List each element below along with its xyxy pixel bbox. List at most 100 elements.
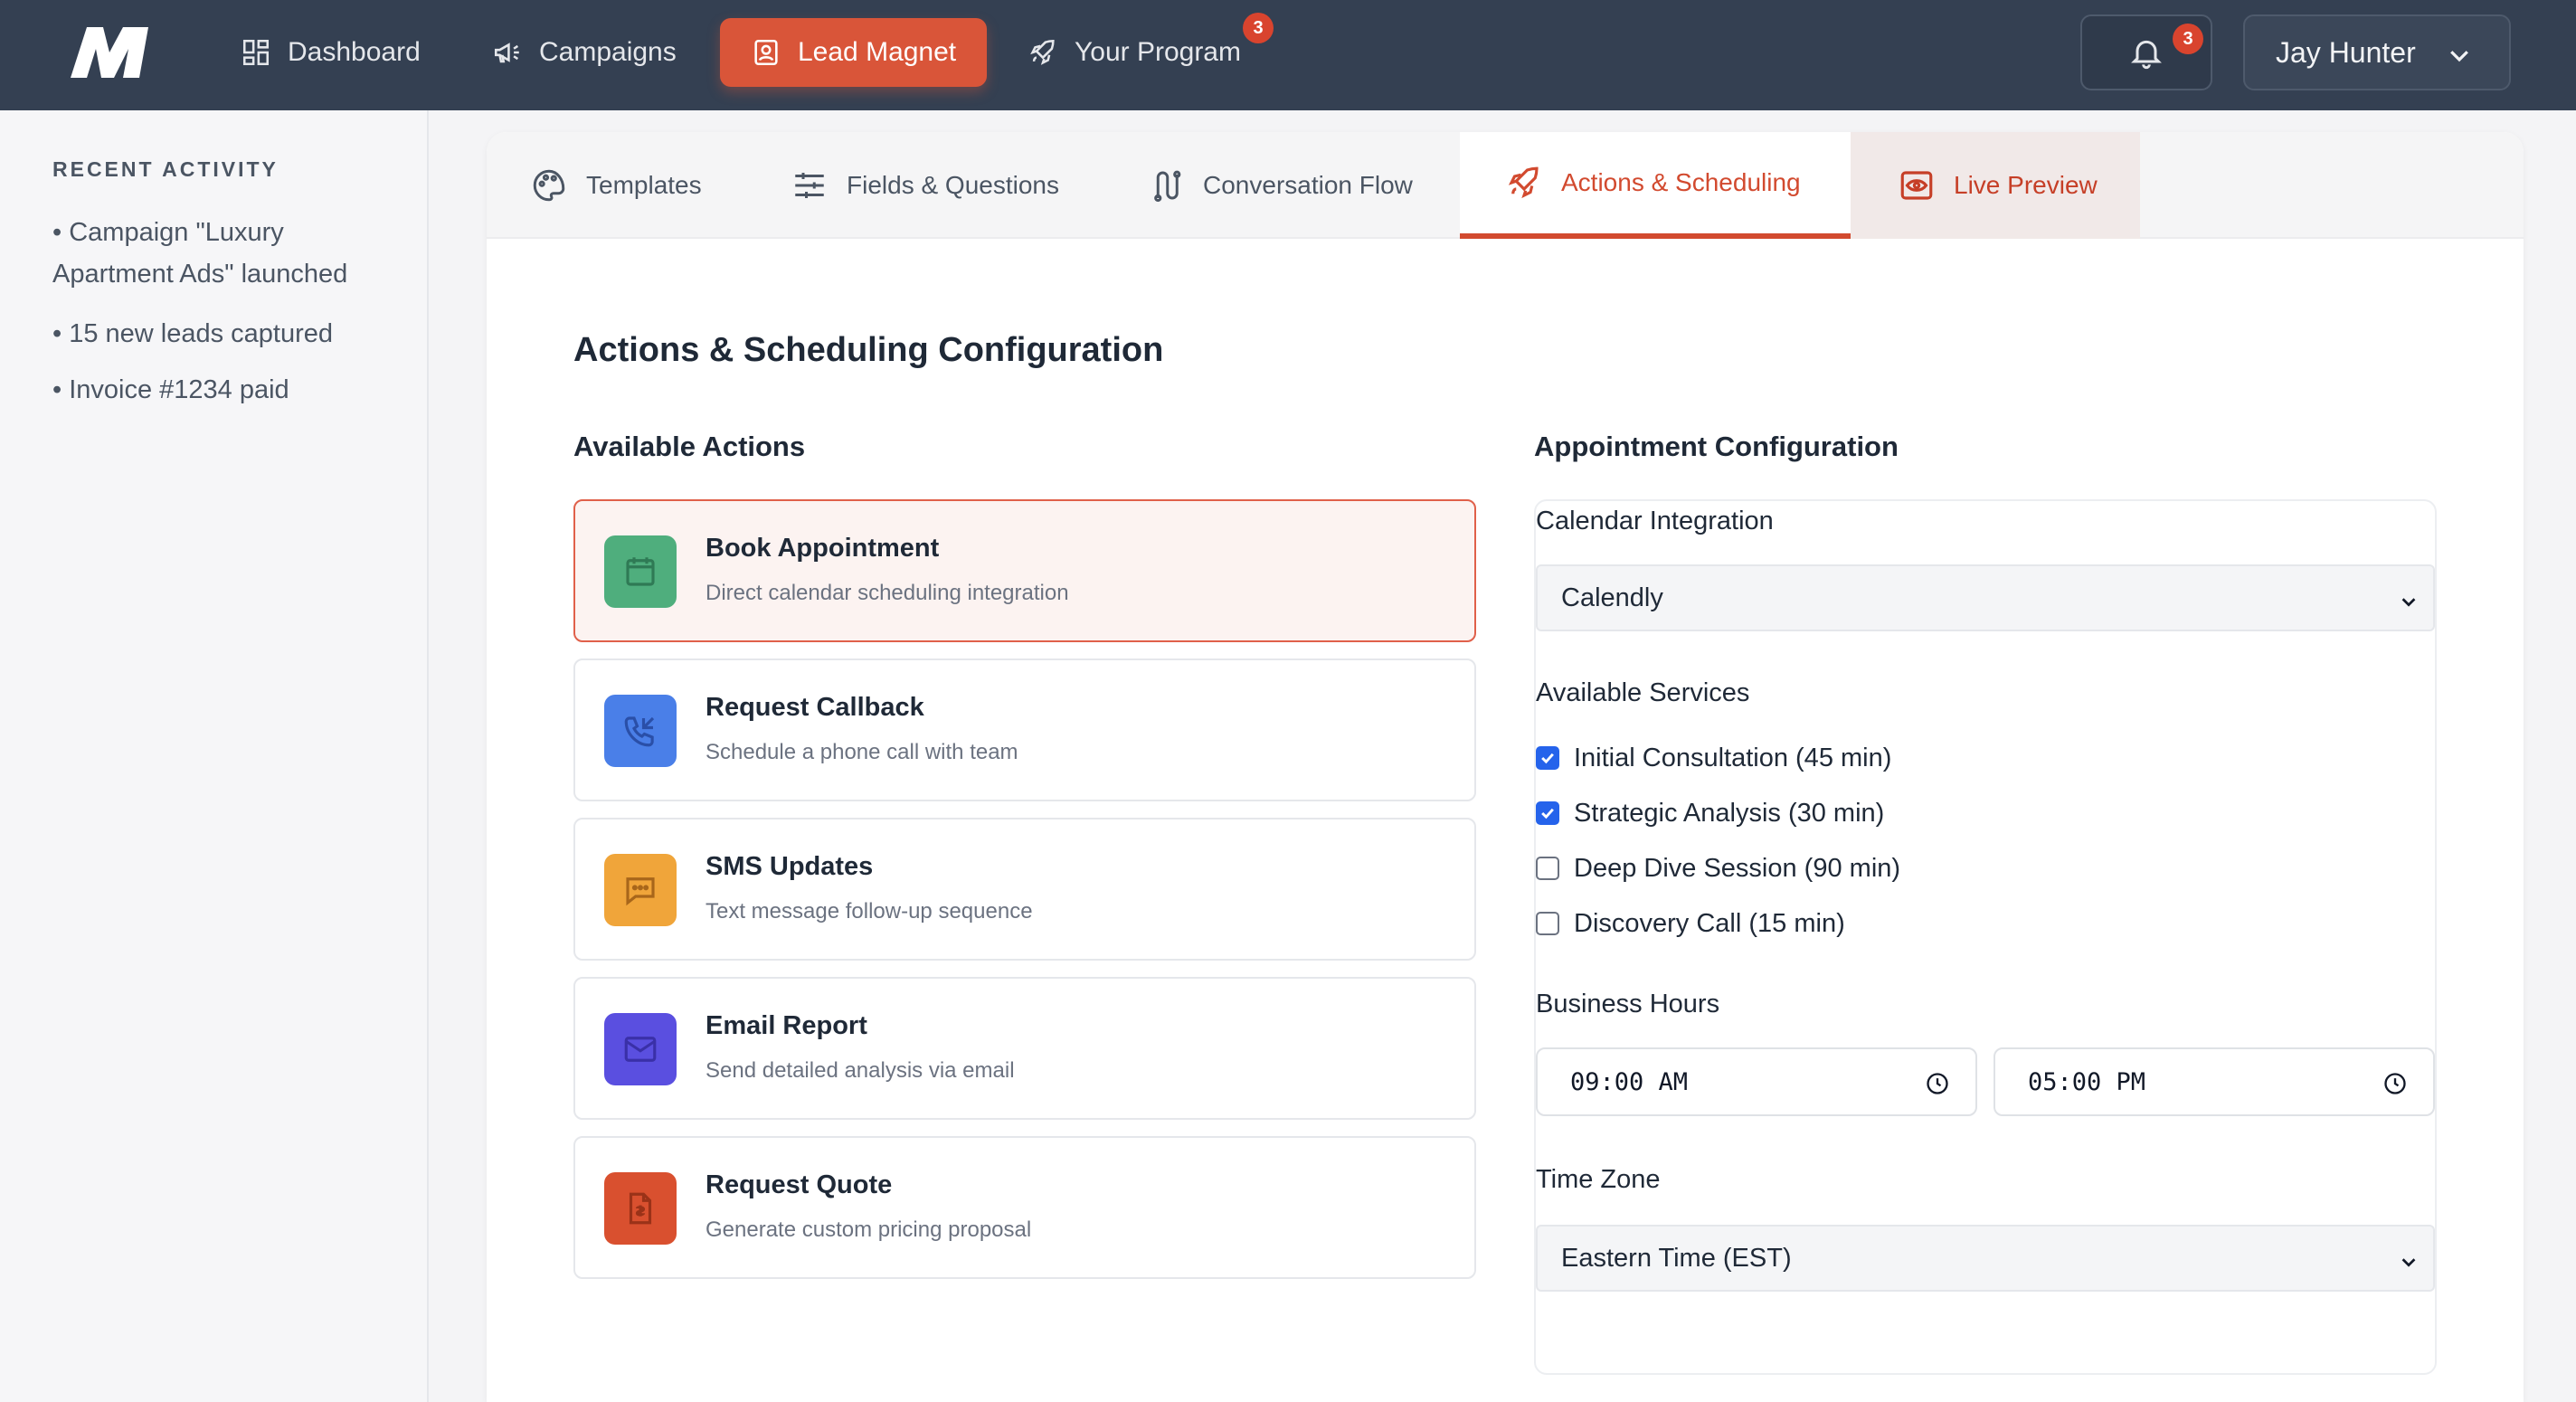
nav-lead-magnet[interactable]: Lead Magnet — [720, 18, 988, 87]
hours-start-input[interactable]: 09:00 AM — [1536, 1047, 1977, 1116]
action-name: Request Callback — [706, 693, 924, 722]
contact-card-icon — [754, 39, 778, 66]
action-card-book-appointment[interactable]: Book Appointment Direct calendar schedul… — [573, 499, 1476, 642]
brand-logo[interactable] — [69, 25, 150, 80]
nav-your-program[interactable]: Your Program — [1028, 18, 1241, 87]
clock-icon[interactable] — [2382, 1071, 2408, 1096]
dashboard-icon — [242, 39, 270, 66]
action-desc: Text message follow-up sequence — [706, 899, 1033, 924]
activity-item: • Campaign "Luxury Apartment Ads" launch… — [52, 218, 348, 289]
action-desc: Send detailed analysis via email — [706, 1058, 1015, 1083]
calendar-icon — [626, 557, 655, 586]
nav-dashboard-label: Dashboard — [288, 37, 421, 67]
tab-fields-questions-label: Fields & Questions — [847, 171, 1059, 199]
program-badge: 3 — [1243, 13, 1274, 43]
sliders-icon — [795, 173, 824, 198]
tab-live-preview[interactable]: Live Preview — [1851, 132, 2140, 239]
chevron-down-icon — [2401, 1258, 2416, 1267]
action-icon-box — [604, 1172, 677, 1245]
hours-end-value: 05:00 PM — [2028, 1067, 2146, 1096]
hours-end-input[interactable]: 05:00 PM — [1994, 1047, 2435, 1116]
tab-templates[interactable]: Templates — [530, 132, 702, 239]
rocket-icon — [1030, 39, 1055, 65]
tab-conversation-flow-label: Conversation Flow — [1203, 171, 1413, 199]
action-icon-box — [604, 1013, 677, 1085]
rocket-icon — [1508, 166, 1539, 199]
flow-icon — [1154, 170, 1181, 203]
action-card-request-quote[interactable]: Request Quote Generate custom pricing pr… — [573, 1136, 1476, 1279]
nav-dashboard[interactable]: Dashboard — [241, 18, 421, 87]
action-card-request-callback[interactable]: Request Callback Schedule a phone call w… — [573, 658, 1476, 801]
nav-campaigns[interactable]: Campaigns — [492, 18, 677, 87]
service-checkbox[interactable] — [1536, 912, 1559, 935]
activity-item: • Invoice #1234 paid — [52, 375, 289, 404]
action-desc: Schedule a phone call with team — [706, 740, 1018, 764]
action-desc: Direct calendar scheduling integration — [706, 581, 1069, 605]
time-zone-value: Eastern Time (EST) — [1561, 1243, 1792, 1273]
time-zone-label: Time Zone — [1536, 1165, 1661, 1194]
chevron-down-icon — [2401, 598, 2416, 607]
activity-item: • 15 new leads captured — [52, 319, 334, 348]
service-label: Strategic Analysis (30 min) — [1574, 798, 1885, 828]
mail-icon — [624, 1037, 657, 1062]
phone-callback-icon — [624, 716, 655, 747]
nav-campaigns-label: Campaigns — [539, 37, 677, 67]
service-checkbox[interactable] — [1536, 857, 1559, 880]
bell-icon — [2131, 40, 2162, 70]
check-icon — [1541, 808, 1554, 819]
calendar-integration-value: Calendly — [1561, 583, 1663, 612]
service-label: Deep Dive Session (90 min) — [1574, 853, 1901, 883]
service-option[interactable]: Discovery Call (15 min) — [1536, 905, 1845, 942]
tab-templates-label: Templates — [586, 171, 702, 199]
service-option[interactable]: Strategic Analysis (30 min) — [1536, 795, 1884, 831]
check-icon — [1541, 753, 1554, 764]
tab-live-preview-label: Live Preview — [1954, 171, 2098, 199]
nav-lead-magnet-label: Lead Magnet — [798, 37, 957, 67]
chevron-down-icon — [2450, 51, 2468, 62]
service-label: Discovery Call (15 min) — [1574, 908, 1845, 938]
action-desc: Generate custom pricing proposal — [706, 1217, 1032, 1242]
top-navbar: Dashboard Campaigns Lead Magnet Your Pro… — [0, 0, 2576, 110]
chat-icon — [626, 877, 655, 906]
appointment-config-title: Appointment Configuration — [1534, 431, 1899, 462]
action-card-email-report[interactable]: Email Report Send detailed analysis via … — [573, 977, 1476, 1120]
sidebar: RECENT ACTIVITY • Campaign "Luxury Apart… — [0, 110, 429, 1402]
action-name: SMS Updates — [706, 852, 874, 881]
main-panel: Templates Fields & Questions Conversatio… — [487, 132, 2524, 1402]
action-icon-box — [604, 854, 677, 926]
user-name: Jay Hunter — [2276, 35, 2416, 69]
action-name: Request Quote — [706, 1170, 893, 1199]
tab-conversation-flow[interactable]: Conversation Flow — [1147, 132, 1413, 239]
service-option[interactable]: Initial Consultation (45 min) — [1536, 740, 1891, 776]
service-label: Initial Consultation (45 min) — [1574, 743, 1892, 772]
available-services-label: Available Services — [1536, 678, 1750, 707]
megaphone-icon — [494, 43, 519, 63]
tab-actions-scheduling-label: Actions & Scheduling — [1561, 168, 1801, 196]
hours-start-value: 09:00 AM — [1570, 1067, 1689, 1096]
time-zone-select[interactable]: Eastern Time (EST) — [1536, 1225, 2435, 1292]
page-title: Actions & Scheduling Configuration — [573, 331, 1164, 369]
action-name: Email Report — [706, 1011, 867, 1040]
calendar-integration-select[interactable]: Calendly — [1536, 564, 2435, 631]
action-card-sms-updates[interactable]: SMS Updates Text message follow-up seque… — [573, 818, 1476, 961]
service-checkbox[interactable] — [1536, 801, 1559, 825]
tab-actions-scheduling[interactable]: Actions & Scheduling — [1460, 132, 1851, 239]
business-hours-label: Business Hours — [1536, 990, 1720, 1018]
service-checkbox[interactable] — [1536, 746, 1559, 770]
user-menu-button[interactable]: Jay Hunter — [2243, 14, 2511, 90]
available-actions-title: Available Actions — [573, 431, 806, 462]
eye-icon — [1900, 171, 1933, 200]
palette-icon — [533, 169, 565, 202]
notifications-badge: 3 — [2173, 24, 2203, 54]
sidebar-title: RECENT ACTIVITY — [52, 157, 279, 181]
calendar-integration-label: Calendar Integration — [1536, 507, 1774, 535]
service-option[interactable]: Deep Dive Session (90 min) — [1536, 850, 1900, 886]
clock-icon[interactable] — [1925, 1071, 1950, 1096]
document-icon — [629, 1192, 652, 1225]
action-icon-box — [604, 535, 677, 608]
nav-your-program-label: Your Program — [1075, 37, 1241, 67]
tab-bar: Templates Fields & Questions Conversatio… — [487, 132, 2524, 239]
tab-fields-questions[interactable]: Fields & Questions — [791, 132, 1059, 239]
action-icon-box — [604, 695, 677, 767]
action-name: Book Appointment — [706, 534, 940, 563]
